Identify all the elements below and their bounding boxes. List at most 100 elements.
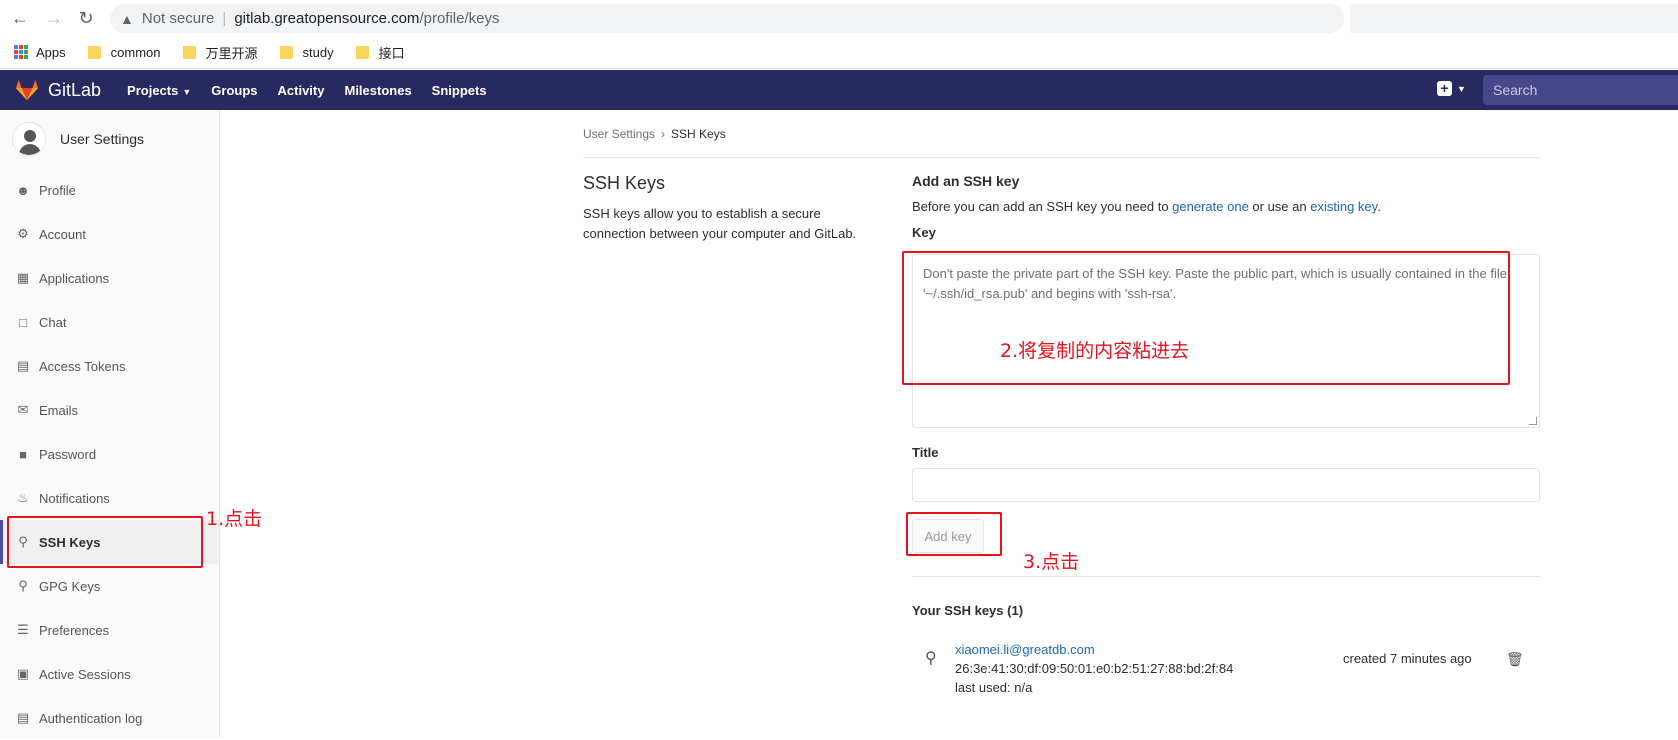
sidebar-item-applications[interactable]: ▦ Applications <box>0 256 219 300</box>
list-item[interactable]: ⚲ xiaomei.li@greatdb.com 26:3e:41:30:df:… <box>912 637 1540 697</box>
monitor-icon: ▣ <box>16 666 30 681</box>
bookmarks-bar: Apps common 万里开源 study 接口 <box>0 36 1678 69</box>
existing-key-link[interactable]: existing key <box>1310 199 1377 214</box>
search-input[interactable]: Search <box>1483 75 1678 105</box>
bookmark-label: study <box>302 44 334 60</box>
help-text: Before you can add an SSH key you need t… <box>912 199 1173 214</box>
chevron-right-icon: › <box>661 127 666 141</box>
form-heading: Add an SSH key <box>912 173 1020 189</box>
sidebar-item-label: Preferences <box>39 622 110 638</box>
page-title: SSH Keys <box>583 173 666 193</box>
sidebar-item-access-tokens[interactable]: ▤ Access Tokens <box>0 344 219 388</box>
sidebar-item-password[interactable]: ■ Password <box>0 432 219 476</box>
generate-key-link[interactable]: generate one <box>1172 199 1249 214</box>
sidebar-item-label: Emails <box>39 402 79 418</box>
back-arrow-icon[interactable]: ← <box>8 6 32 30</box>
sidebar-item-label: Notifications <box>39 490 110 506</box>
nav-label: Projects <box>127 82 179 98</box>
separator: | <box>222 10 227 27</box>
help-text: or use an <box>1248 199 1311 214</box>
divider <box>912 576 1540 577</box>
annotation-step2: 2.将复制的内容粘进去 <box>1000 340 1190 362</box>
intro-section: SSH Keys SSH keys allow you to establish… <box>583 173 883 244</box>
lock-icon: ■ <box>19 446 27 462</box>
url-path: /profile/keys <box>419 10 500 27</box>
title-input[interactable] <box>912 468 1540 502</box>
sidebar-item-label: Profile <box>39 182 76 198</box>
breadcrumb: User Settings › SSH Keys <box>583 127 726 141</box>
plus-icon: + <box>1437 81 1452 96</box>
log-icon: ▤ <box>16 710 30 725</box>
sidebar-title: User Settings <box>60 131 145 147</box>
breadcrumb-parent[interactable]: User Settings <box>583 127 655 141</box>
bookmark-api[interactable]: 接口 <box>352 43 405 62</box>
key-icon: ⚲ <box>18 578 28 593</box>
sidebar-item-label: Chat <box>39 314 67 330</box>
gitlab-logo-icon[interactable] <box>14 79 40 101</box>
new-dropdown[interactable]: + ▼ <box>1437 81 1466 96</box>
sidebar-item-gpg-keys[interactable]: ⚲ GPG Keys <box>0 564 219 608</box>
title-label: Title <box>912 445 939 460</box>
page-description: SSH keys allow you to establish a secure… <box>583 206 857 241</box>
key-title-link[interactable]: xiaomei.li@greatdb.com <box>955 640 1233 659</box>
chevron-down-icon: ▼ <box>1457 83 1466 94</box>
sidebar-item-chat[interactable]: □ Chat <box>0 300 219 344</box>
bookmark-study[interactable]: study <box>276 45 334 60</box>
nav-milestones[interactable]: Milestones <box>344 83 411 98</box>
bookmark-label: Apps <box>36 44 66 60</box>
sidebar-item-preferences[interactable]: ☰ Preferences <box>0 608 219 652</box>
folder-icon <box>182 45 196 59</box>
help-text: . <box>1377 199 1381 214</box>
annotation-box-step1 <box>7 516 203 568</box>
nav-groups[interactable]: Groups <box>211 83 257 98</box>
sliders-icon: ☰ <box>17 622 29 637</box>
sidebar-item-active-sessions[interactable]: ▣ Active Sessions <box>0 652 219 696</box>
key-last-used: last used: n/a <box>955 680 1033 695</box>
annotation-box-step2 <box>902 251 1510 385</box>
sidebar-header[interactable]: User Settings <box>0 110 219 168</box>
nav-snippets[interactable]: Snippets <box>432 83 487 98</box>
security-label: Not secure <box>141 10 215 27</box>
apps-grid-icon <box>14 45 28 59</box>
profile-icon: ☻ <box>16 182 30 198</box>
nav-projects[interactable]: Projects ▼ <box>127 83 191 98</box>
annotation-step1: 1.点击 <box>206 508 263 530</box>
gitlab-navbar: GitLab Projects ▼ Groups Activity Milesto… <box>0 70 1678 110</box>
sidebar-item-profile[interactable]: ☻ Profile <box>0 168 219 212</box>
breadcrumb-current[interactable]: SSH Keys <box>671 127 726 141</box>
sidebar-item-label: Account <box>39 226 86 242</box>
chat-icon: □ <box>19 314 27 330</box>
bookmark-common[interactable]: common <box>84 45 161 60</box>
resize-handle-icon[interactable] <box>1529 417 1537 425</box>
nav-activity[interactable]: Activity <box>278 83 325 98</box>
key-label: Key <box>912 225 936 240</box>
token-icon: ▤ <box>16 358 30 373</box>
add-key-form: Add an SSH key Before you can add an SSH… <box>912 173 1540 553</box>
annotation-step3: 3.点击 <box>1023 551 1080 573</box>
sidebar-item-label: Active Sessions <box>39 666 131 682</box>
sidebar-item-notifications[interactable]: ♨ Notifications <box>0 476 219 520</box>
key-fingerprint: 26:3e:41:30:df:09:50:01:e0:b2:51:27:88:b… <box>955 661 1234 676</box>
sidebar-item-authentication-log[interactable]: ▤ Authentication log <box>0 696 219 740</box>
folder-icon <box>279 45 293 59</box>
avatar <box>12 122 46 156</box>
sidebar-item-label: GPG Keys <box>39 578 101 594</box>
address-bar-extension <box>1350 4 1678 33</box>
bookmark-wanli[interactable]: 万里开源 <box>179 43 258 62</box>
gitlab-brand[interactable]: GitLab <box>48 80 101 101</box>
reload-icon[interactable]: ↻ <box>74 6 98 30</box>
divider <box>583 157 1541 158</box>
trash-icon[interactable]: 🗑 <box>1506 651 1524 668</box>
browser-toolbar: ← → ↻ ▲ Not secure | gitlab.greatopensou… <box>0 0 1678 36</box>
annotation-box-step3 <box>906 512 1002 556</box>
sidebar-item-label: Applications <box>39 270 110 286</box>
sidebar-item-label: Access Tokens <box>39 358 126 374</box>
bell-icon: ♨ <box>17 490 29 505</box>
sidebar-item-emails[interactable]: ✉ Emails <box>0 388 219 432</box>
applications-icon: ▦ <box>16 270 30 285</box>
bookmark-apps[interactable]: Apps <box>14 45 66 60</box>
forward-arrow-icon[interactable]: → <box>42 6 66 30</box>
address-bar[interactable]: ▲ Not secure | gitlab.greatopensource.co… <box>110 4 1344 33</box>
bookmark-label: 万里开源 <box>205 45 258 61</box>
sidebar-item-account[interactable]: ⚙ Account <box>0 212 219 256</box>
